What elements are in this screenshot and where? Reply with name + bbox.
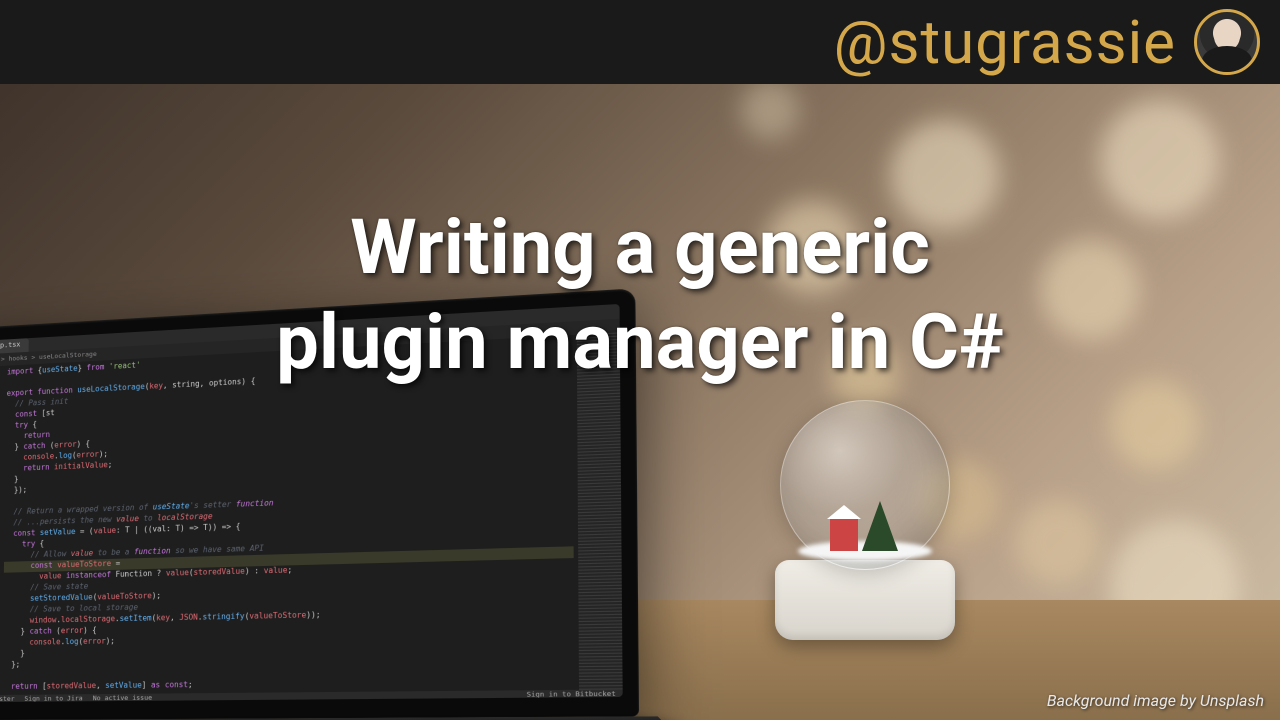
bokeh-light [1015, 500, 1100, 585]
status-branch: ⎇ master [0, 695, 15, 702]
header-bar: @stugrassie [0, 0, 1280, 84]
twitter-handle: @stugrassie [834, 7, 1176, 78]
status-bitbucket: Sign in to Bitbucket [527, 689, 616, 700]
post-title: Writing a generic plugin manager in C# [0, 200, 1280, 390]
title-line-1: Writing a generic [60, 200, 1220, 295]
avatar [1194, 9, 1260, 75]
globe-scene [820, 471, 910, 551]
social-card: @stugrassie App.tsx src > hooks > useLoc… [0, 0, 1280, 720]
globe-tree [862, 501, 898, 551]
bokeh-light [740, 80, 800, 140]
title-line-2: plugin manager in C# [60, 295, 1220, 390]
status-jira: Sign in to Jira [24, 694, 82, 702]
globe-glass [780, 400, 950, 570]
snow-globe [770, 400, 960, 640]
status-issue: No active issue [93, 693, 153, 702]
globe-house [830, 519, 858, 551]
image-credit: Background image by Unsplash [1047, 691, 1264, 710]
bokeh-light [1110, 380, 1200, 470]
globe-base [775, 560, 955, 640]
